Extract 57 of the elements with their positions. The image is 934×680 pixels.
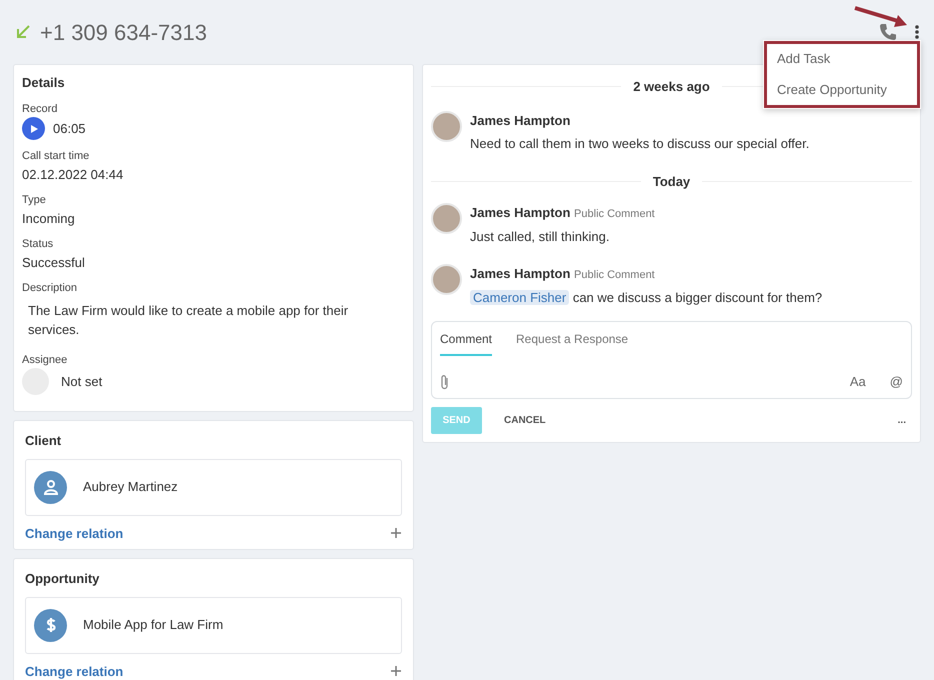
cancel-button[interactable]: CANCEL xyxy=(498,412,552,428)
card-title: Opportunity xyxy=(25,570,100,588)
field-label: Description xyxy=(22,281,78,296)
field-label: Status xyxy=(22,237,54,252)
more-icon[interactable] xyxy=(914,24,920,40)
dollar-icon xyxy=(34,608,67,642)
relation-name: Aubrey Martinez xyxy=(83,478,178,496)
field-value: Incoming xyxy=(22,210,76,228)
record-duration: 06:05 xyxy=(53,120,86,138)
relation-item[interactable]: Aubrey Martinez xyxy=(25,458,402,516)
comment-author: James Hampton xyxy=(470,112,570,128)
annotation-arrow xyxy=(852,5,910,29)
comment-tag: Public Comment xyxy=(574,269,655,281)
relation-item[interactable]: Mobile App for Law Firm xyxy=(25,596,402,654)
more-button[interactable]: ... xyxy=(892,412,912,428)
plus-icon[interactable] xyxy=(390,665,402,678)
composer-tab[interactable]: Comment xyxy=(440,326,492,356)
relation-name: Mobile App for Law Firm xyxy=(83,616,224,634)
plus-icon[interactable] xyxy=(390,527,402,540)
field-label: Record xyxy=(22,102,58,116)
date-separator: Today xyxy=(652,172,690,191)
field-label: Call start time xyxy=(22,149,90,164)
comment-author: James Hampton xyxy=(470,266,570,281)
card-title: Client xyxy=(25,432,62,450)
comment-text: Need to call them in two weeks to discuss our special offer. xyxy=(470,136,810,151)
avatar xyxy=(431,110,462,142)
field-value: Successful xyxy=(22,254,86,272)
phone-icon[interactable] xyxy=(878,22,898,42)
field-value: 02.12.2022 04:44 xyxy=(22,166,124,184)
menu-item[interactable]: Add Task xyxy=(763,44,921,74)
field-label: Assignee xyxy=(22,352,68,368)
comment-text: Just called, still thinking. xyxy=(470,228,610,244)
comment-box[interactable]: Comment Request a Response Aa @ xyxy=(431,321,912,398)
attachment-icon[interactable] xyxy=(440,374,450,390)
field-label: Type xyxy=(22,193,47,208)
phone-number: +1 309 634-7313 xyxy=(40,18,207,46)
format-button[interactable]: @ xyxy=(890,372,903,392)
comment-tag: Public Comment xyxy=(574,208,655,220)
comment-text: can we discuss a bigger discount for them? xyxy=(572,290,822,304)
play-icon xyxy=(28,124,38,134)
format-button[interactable]: Aa xyxy=(850,372,866,392)
avatar xyxy=(431,264,462,295)
menu-item[interactable]: Create Opportunity xyxy=(763,74,921,105)
send-button: SEND xyxy=(431,406,482,434)
card-title: Details xyxy=(22,74,66,92)
play-button[interactable] xyxy=(22,117,45,140)
person-icon xyxy=(34,470,67,504)
comment-author: James Hampton xyxy=(470,205,570,220)
mention-link[interactable]: Cameron Fisher xyxy=(470,290,570,304)
composer-tab[interactable]: Request a Response xyxy=(516,326,628,356)
field-value: Not set xyxy=(61,372,102,391)
arrow-icon xyxy=(14,23,32,41)
change-relation-link[interactable]: Change relation xyxy=(25,662,124,680)
field-value: The Law Firm would like to create a mobile app for their services. xyxy=(27,302,350,339)
change-relation-link[interactable]: Change relation xyxy=(25,524,124,543)
avatar xyxy=(431,203,462,234)
date-separator: 2 weeks ago xyxy=(633,78,710,96)
